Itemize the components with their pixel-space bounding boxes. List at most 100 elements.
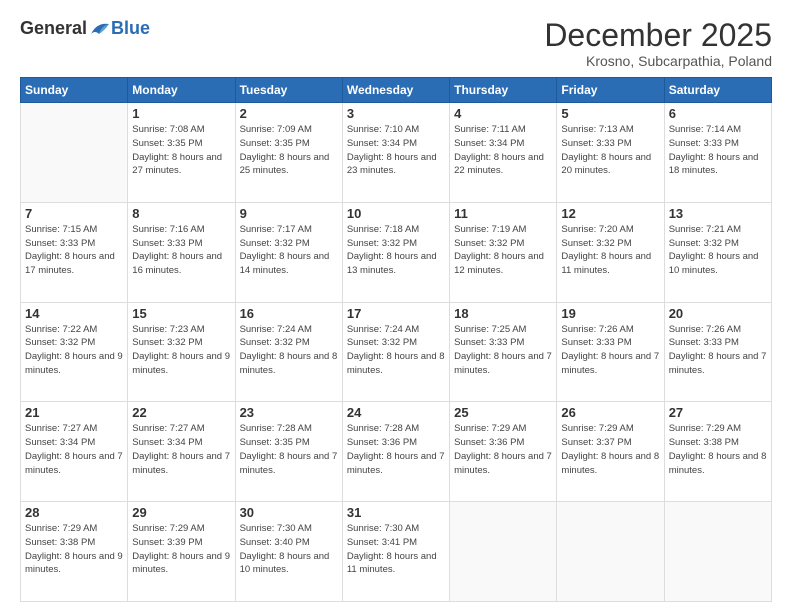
- day-number: 24: [347, 405, 445, 420]
- cell-content: Sunrise: 7:29 AMSunset: 3:37 PMDaylight:…: [561, 422, 659, 477]
- title-block: December 2025 Krosno, Subcarpathia, Pola…: [544, 18, 772, 69]
- logo-bird-icon: [89, 20, 111, 38]
- day-number: 15: [132, 306, 230, 321]
- day-number: 11: [454, 206, 552, 221]
- calendar-cell: 22 Sunrise: 7:27 AMSunset: 3:34 PMDayligh…: [128, 402, 235, 502]
- calendar-week-row: 1 Sunrise: 7:08 AMSunset: 3:35 PMDaylight…: [21, 103, 772, 203]
- calendar-cell: 25 Sunrise: 7:29 AMSunset: 3:36 PMDayligh…: [450, 402, 557, 502]
- day-number: 4: [454, 106, 552, 121]
- calendar-header-cell: Friday: [557, 78, 664, 103]
- calendar-header-cell: Thursday: [450, 78, 557, 103]
- day-number: 17: [347, 306, 445, 321]
- cell-content: Sunrise: 7:23 AMSunset: 3:32 PMDaylight:…: [132, 323, 230, 378]
- day-number: 21: [25, 405, 123, 420]
- cell-content: Sunrise: 7:08 AMSunset: 3:35 PMDaylight:…: [132, 123, 230, 178]
- calendar-header-cell: Monday: [128, 78, 235, 103]
- calendar-cell: 3Sunrise: 7:10 AMSunset: 3:34 PMDaylight…: [342, 103, 449, 203]
- calendar-cell: 8 Sunrise: 7:16 AMSunset: 3:33 PMDaylight…: [128, 202, 235, 302]
- calendar-cell: 15 Sunrise: 7:23 AMSunset: 3:32 PMDayligh…: [128, 302, 235, 402]
- cell-content: Sunrise: 7:16 AMSunset: 3:33 PMDaylight:…: [132, 223, 230, 278]
- day-number: 28: [25, 505, 123, 520]
- cell-content: Sunrise: 7:13 AMSunset: 3:33 PMDaylight:…: [561, 123, 659, 178]
- calendar-header-cell: Sunday: [21, 78, 128, 103]
- calendar-cell: [450, 502, 557, 602]
- day-number: 5: [561, 106, 659, 121]
- cell-content: Sunrise: 7:20 AMSunset: 3:32 PMDaylight:…: [561, 223, 659, 278]
- calendar-week-row: 28 Sunrise: 7:29 AMSunset: 3:38 PMDayligh…: [21, 502, 772, 602]
- subtitle: Krosno, Subcarpathia, Poland: [544, 53, 772, 69]
- calendar-cell: 13 Sunrise: 7:21 AMSunset: 3:32 PMDayligh…: [664, 202, 771, 302]
- calendar-cell: 9 Sunrise: 7:17 AMSunset: 3:32 PMDaylight…: [235, 202, 342, 302]
- calendar-cell: 17 Sunrise: 7:24 AMSunset: 3:32 PMDayligh…: [342, 302, 449, 402]
- day-number: 10: [347, 206, 445, 221]
- cell-content: Sunrise: 7:19 AMSunset: 3:32 PMDaylight:…: [454, 223, 552, 278]
- calendar-header-cell: Wednesday: [342, 78, 449, 103]
- day-number: 23: [240, 405, 338, 420]
- cell-content: Sunrise: 7:14 AMSunset: 3:33 PMDaylight:…: [669, 123, 767, 178]
- calendar-cell: [557, 502, 664, 602]
- day-number: 31: [347, 505, 445, 520]
- cell-content: Sunrise: 7:24 AMSunset: 3:32 PMDaylight:…: [240, 323, 338, 378]
- cell-content: Sunrise: 7:09 AMSunset: 3:35 PMDaylight:…: [240, 123, 338, 178]
- calendar-cell: 30 Sunrise: 7:30 AMSunset: 3:40 PMDayligh…: [235, 502, 342, 602]
- cell-content: Sunrise: 7:25 AMSunset: 3:33 PMDaylight:…: [454, 323, 552, 378]
- day-number: 6: [669, 106, 767, 121]
- page: General Blue December 2025 Krosno, Subca…: [0, 0, 792, 612]
- cell-content: Sunrise: 7:30 AMSunset: 3:40 PMDaylight:…: [240, 522, 338, 577]
- calendar-cell: 6 Sunrise: 7:14 AMSunset: 3:33 PMDaylight…: [664, 103, 771, 203]
- day-number: 9: [240, 206, 338, 221]
- cell-content: Sunrise: 7:29 AMSunset: 3:39 PMDaylight:…: [132, 522, 230, 577]
- cell-content: Sunrise: 7:27 AMSunset: 3:34 PMDaylight:…: [132, 422, 230, 477]
- day-number: 27: [669, 405, 767, 420]
- calendar-header-cell: Tuesday: [235, 78, 342, 103]
- logo-general: General: [20, 18, 87, 39]
- calendar-cell: 28 Sunrise: 7:29 AMSunset: 3:38 PMDayligh…: [21, 502, 128, 602]
- calendar-cell: 23 Sunrise: 7:28 AMSunset: 3:35 PMDayligh…: [235, 402, 342, 502]
- day-number: 20: [669, 306, 767, 321]
- calendar-cell: 31 Sunrise: 7:30 AMSunset: 3:41 PMDayligh…: [342, 502, 449, 602]
- calendar-cell: [664, 502, 771, 602]
- calendar-cell: 11 Sunrise: 7:19 AMSunset: 3:32 PMDayligh…: [450, 202, 557, 302]
- cell-content: Sunrise: 7:28 AMSunset: 3:36 PMDaylight:…: [347, 422, 445, 477]
- calendar-cell: 4Sunrise: 7:11 AMSunset: 3:34 PMDaylight…: [450, 103, 557, 203]
- day-number: 22: [132, 405, 230, 420]
- day-number: 19: [561, 306, 659, 321]
- cell-content: Sunrise: 7:24 AMSunset: 3:32 PMDaylight:…: [347, 323, 445, 378]
- cell-content: Sunrise: 7:27 AMSunset: 3:34 PMDaylight:…: [25, 422, 123, 477]
- calendar-cell: 19 Sunrise: 7:26 AMSunset: 3:33 PMDayligh…: [557, 302, 664, 402]
- cell-content: Sunrise: 7:26 AMSunset: 3:33 PMDaylight:…: [561, 323, 659, 378]
- calendar-body: 1 Sunrise: 7:08 AMSunset: 3:35 PMDaylight…: [21, 103, 772, 602]
- calendar-cell: 20 Sunrise: 7:26 AMSunset: 3:33 PMDayligh…: [664, 302, 771, 402]
- cell-content: Sunrise: 7:29 AMSunset: 3:36 PMDaylight:…: [454, 422, 552, 477]
- calendar-cell: 16Sunrise: 7:24 AMSunset: 3:32 PMDayligh…: [235, 302, 342, 402]
- cell-content: Sunrise: 7:17 AMSunset: 3:32 PMDaylight:…: [240, 223, 338, 278]
- cell-content: Sunrise: 7:30 AMSunset: 3:41 PMDaylight:…: [347, 522, 445, 577]
- cell-content: Sunrise: 7:18 AMSunset: 3:32 PMDaylight:…: [347, 223, 445, 278]
- cell-content: Sunrise: 7:29 AMSunset: 3:38 PMDaylight:…: [25, 522, 123, 577]
- day-number: 30: [240, 505, 338, 520]
- header: General Blue December 2025 Krosno, Subca…: [20, 18, 772, 69]
- cell-content: Sunrise: 7:28 AMSunset: 3:35 PMDaylight:…: [240, 422, 338, 477]
- calendar-cell: 5 Sunrise: 7:13 AMSunset: 3:33 PMDaylight…: [557, 103, 664, 203]
- calendar-header-cell: Saturday: [664, 78, 771, 103]
- calendar-cell: 26 Sunrise: 7:29 AMSunset: 3:37 PMDayligh…: [557, 402, 664, 502]
- cell-content: Sunrise: 7:15 AMSunset: 3:33 PMDaylight:…: [25, 223, 123, 278]
- day-number: 29: [132, 505, 230, 520]
- cell-content: Sunrise: 7:21 AMSunset: 3:32 PMDaylight:…: [669, 223, 767, 278]
- calendar-cell: 21 Sunrise: 7:27 AMSunset: 3:34 PMDayligh…: [21, 402, 128, 502]
- calendar-cell: 14Sunrise: 7:22 AMSunset: 3:32 PMDayligh…: [21, 302, 128, 402]
- day-number: 25: [454, 405, 552, 420]
- day-number: 8: [132, 206, 230, 221]
- calendar-cell: 2Sunrise: 7:09 AMSunset: 3:35 PMDaylight…: [235, 103, 342, 203]
- main-title: December 2025: [544, 18, 772, 53]
- logo: General Blue: [20, 18, 150, 39]
- cell-content: Sunrise: 7:29 AMSunset: 3:38 PMDaylight:…: [669, 422, 767, 477]
- day-number: 18: [454, 306, 552, 321]
- day-number: 13: [669, 206, 767, 221]
- calendar-week-row: 14Sunrise: 7:22 AMSunset: 3:32 PMDayligh…: [21, 302, 772, 402]
- day-number: 1: [132, 106, 230, 121]
- day-number: 3: [347, 106, 445, 121]
- cell-content: Sunrise: 7:26 AMSunset: 3:33 PMDaylight:…: [669, 323, 767, 378]
- calendar-cell: 24 Sunrise: 7:28 AMSunset: 3:36 PMDayligh…: [342, 402, 449, 502]
- day-number: 26: [561, 405, 659, 420]
